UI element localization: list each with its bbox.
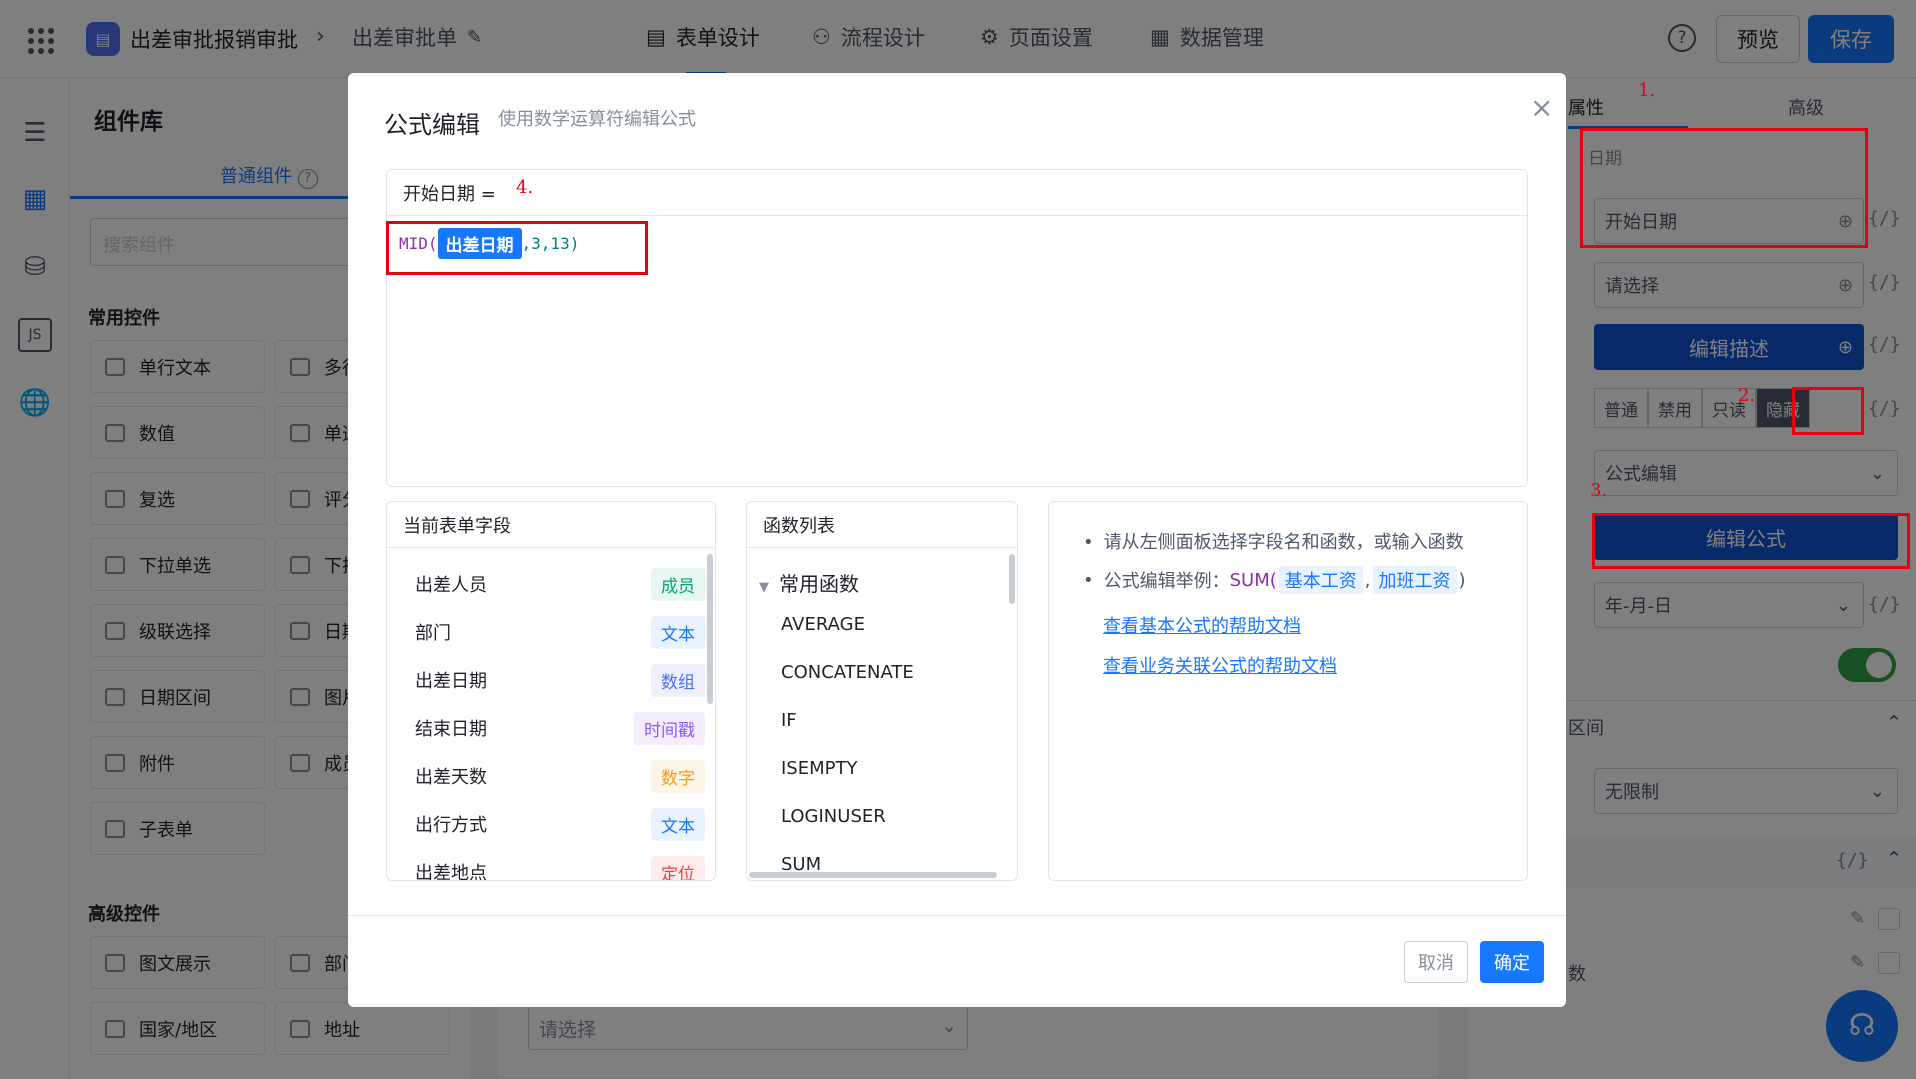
tip-2-arg1: 基本工资 (1278, 566, 1363, 594)
tip-2: • 公式编辑举例： SUM( 基本工资 , 加班工资 ) (1083, 566, 1466, 594)
field-item[interactable]: 出差天数 数字 (415, 756, 705, 796)
function-group[interactable]: ▼ 常用函数 (759, 568, 859, 597)
caret-down-icon: ▼ (759, 580, 769, 595)
field-item[interactable]: 结束日期 时间戳 (415, 708, 705, 748)
field-type-tag: 时间戳 (634, 711, 705, 745)
dialog-title: 公式编辑 (384, 111, 480, 139)
formula-target: 开始日期 = (403, 183, 496, 205)
field-name: 出差人员 (415, 575, 487, 596)
field-item[interactable]: 出差人员 成员 (415, 564, 705, 604)
annotation-box-2 (1792, 387, 1864, 435)
formula-dialog: 公式编辑 使用数学运算符编辑公式 × 开始日期 = MID( 出差日期 ,3,1… (348, 73, 1566, 1007)
function-group-label: 常用函数 (779, 572, 859, 596)
form-fields-panel: 当前表单字段 出差人员 成员 部门 文本 出差日期 数组 结束日期 时间戳 出差天数 数字 出行方式… (386, 501, 716, 881)
function-item[interactable]: CONCATENATE (781, 662, 914, 683)
field-name: 出差日期 (415, 671, 487, 692)
tip-2-prefix: 公式编辑举例： (1103, 571, 1230, 592)
field-name: 结束日期 (415, 719, 487, 740)
scrollbar[interactable] (1009, 554, 1015, 604)
tips-panel: • 请从左侧面板选择字段名和函数，或输入函数 • 公式编辑举例： SUM( 基本工… (1048, 501, 1528, 881)
tip-2-arg2: 加班工资 (1372, 566, 1457, 594)
scrollbar-horizontal[interactable] (749, 872, 997, 878)
help-link-business[interactable]: 查看业务关联公式的帮助文档 (1103, 652, 1337, 678)
cancel-button[interactable]: 取消 (1404, 941, 1468, 983)
tip-1: • 请从左侧面板选择字段名和函数，或输入函数 (1083, 532, 1464, 553)
fields-title: 当前表单字段 (387, 502, 715, 548)
field-item[interactable]: 出差日期 数组 (415, 660, 705, 700)
annotation-number-4: 4. (516, 177, 534, 198)
field-type-tag: 文本 (651, 807, 705, 841)
annotation-number-2: 2. (1738, 385, 1756, 406)
confirm-button[interactable]: 确定 (1480, 941, 1544, 983)
tip-2-suffix: ) (1458, 569, 1466, 591)
annotation-number-3: 3. (1590, 480, 1608, 501)
field-type-tag: 数字 (651, 759, 705, 793)
function-item[interactable]: IF (781, 710, 797, 731)
function-item[interactable]: ISEMPTY (781, 758, 857, 779)
function-item[interactable]: AVERAGE (781, 614, 865, 635)
field-name: 出行方式 (415, 815, 487, 836)
field-name: 出差地点 (415, 863, 487, 881)
field-item[interactable]: 出差地点 定位 (415, 852, 705, 881)
tip-2-func: SUM( (1229, 569, 1277, 591)
function-item[interactable]: LOGINUSER (781, 806, 886, 827)
field-type-tag: 数组 (651, 663, 705, 697)
field-type-tag: 定位 (651, 855, 705, 880)
dialog-divider (348, 915, 1566, 916)
field-name: 出差天数 (415, 767, 487, 788)
field-type-tag: 文本 (651, 615, 705, 649)
formula-header: 开始日期 = (387, 170, 1527, 216)
annotation-box-1 (1580, 128, 1868, 248)
field-item[interactable]: 出行方式 文本 (415, 804, 705, 844)
close-icon[interactable]: × (1530, 91, 1553, 124)
annotation-box-4 (386, 221, 648, 275)
dialog-subtitle: 使用数学运算符编辑公式 (498, 109, 696, 130)
functions-title: 函数列表 (747, 502, 1017, 548)
annotation-box-3 (1592, 513, 1910, 569)
field-type-tag: 成员 (651, 567, 705, 601)
tip-1-text: 请从左侧面板选择字段名和函数，或输入函数 (1103, 532, 1464, 553)
field-name: 部门 (415, 623, 451, 644)
function-list-panel: 函数列表 ▼ 常用函数 AVERAGE CONCATENATE IF ISEMPTY LO… (746, 501, 1018, 881)
tip-2-separator: , (1364, 569, 1371, 591)
field-item[interactable]: 部门 文本 (415, 612, 705, 652)
formula-editor[interactable]: 开始日期 = MID( 出差日期 ,3,13) (386, 169, 1528, 487)
help-link-basic[interactable]: 查看基本公式的帮助文档 (1103, 612, 1301, 638)
annotation-number-1: 1. (1638, 80, 1656, 101)
scrollbar[interactable] (707, 554, 713, 704)
